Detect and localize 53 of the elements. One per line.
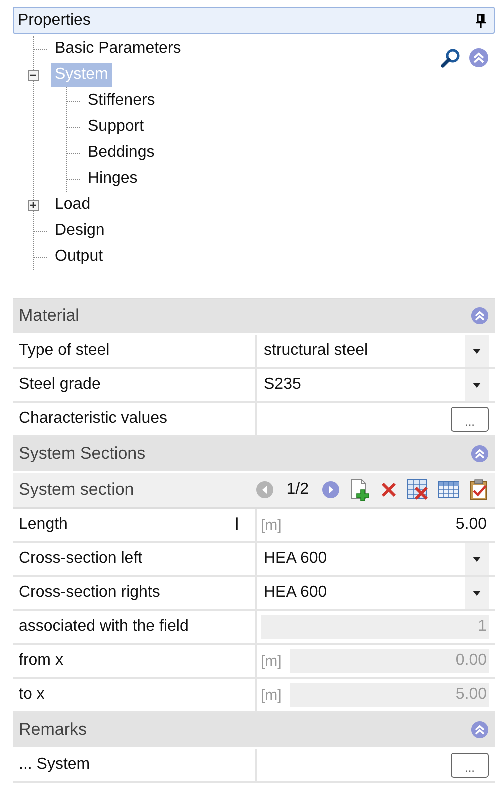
section-header[interactable]: Material [13, 299, 495, 335]
unit-label: [m] [261, 652, 282, 670]
tree-item[interactable]: Design [51, 219, 109, 243]
caret-icon [473, 382, 481, 388]
property-label: Cross-section rights [19, 584, 160, 602]
delete-icon[interactable] [380, 481, 398, 499]
section-title: Remarks [19, 720, 88, 740]
value-field[interactable]: 5.00 [290, 513, 489, 537]
property-label: Type of steel [19, 342, 110, 360]
delete-table-icon[interactable] [407, 479, 429, 501]
next-icon[interactable] [322, 481, 340, 499]
clipboard-check-icon[interactable] [469, 479, 489, 501]
property-label: associated with the field [19, 618, 189, 636]
unit-label: [m] [261, 686, 282, 704]
tree-item[interactable]: Hinges [84, 167, 142, 191]
property-label: from x [19, 652, 64, 670]
ellipsis-button[interactable]: ... [451, 752, 489, 778]
tree-item[interactable]: Basic Parameters [51, 37, 186, 61]
property-label: ... System [19, 756, 90, 774]
unit-label: [m] [261, 516, 282, 534]
property-label: Cross-section left [19, 550, 143, 568]
tree-item[interactable]: Output [51, 245, 108, 269]
property-label: to x [19, 686, 45, 704]
search-icon[interactable] [441, 48, 461, 68]
property-label: Characteristic values [19, 410, 168, 428]
caret-icon [473, 348, 481, 354]
tree-item[interactable]: Beddings [84, 141, 159, 165]
table-icon[interactable] [438, 480, 460, 500]
panel-title: Properties [18, 12, 91, 30]
dropdown[interactable]: HEA 600 [261, 543, 489, 575]
subsection-label: System section [19, 480, 134, 500]
property-label: Steel grade [19, 376, 101, 394]
section-header[interactable]: Remarks [13, 713, 495, 749]
dropdown[interactable]: S235 [261, 369, 489, 401]
collapse-icon[interactable] [28, 70, 39, 80]
page-counter: 1/2 [286, 481, 309, 499]
tree-item[interactable]: Support [84, 115, 148, 139]
expand-icon[interactable] [28, 200, 39, 210]
add-document-icon[interactable] [349, 479, 371, 501]
section-header[interactable]: System Sections [13, 437, 495, 473]
ellipsis-button[interactable]: ... [451, 406, 489, 432]
section-title: Material [19, 306, 80, 326]
value-field: 1 [261, 615, 489, 639]
tree-item[interactable]: Stiffeners [84, 89, 160, 113]
section-title: System Sections [19, 444, 146, 464]
property-label: Length [19, 516, 68, 534]
dropdown[interactable]: HEA 600 [261, 577, 489, 609]
tree-item[interactable]: Load [51, 193, 95, 217]
symbol-label: l [235, 515, 239, 535]
caret-icon [473, 590, 481, 596]
dropdown[interactable]: structural steel [261, 335, 489, 367]
caret-icon [473, 556, 481, 562]
pin-icon[interactable] [476, 14, 486, 28]
